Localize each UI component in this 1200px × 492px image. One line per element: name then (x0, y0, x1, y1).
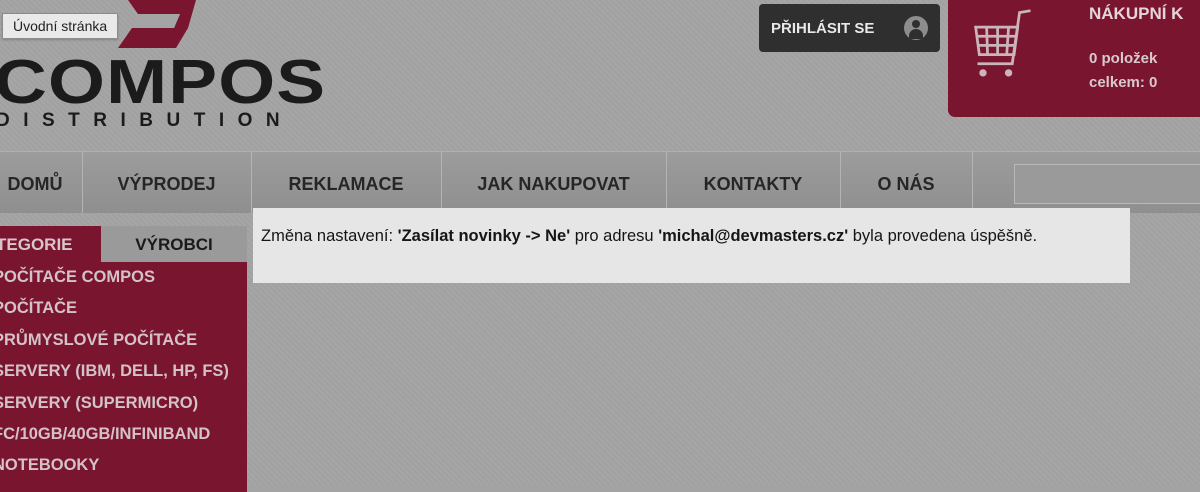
cart-total: celkem: 0 (1089, 74, 1158, 91)
logo-mark-icon (118, 0, 196, 48)
main-nav: DOMŮ VÝPRODEJ REKLAMACE JAK NAKUPOVAT KO… (0, 151, 1200, 213)
nav-item-about[interactable]: O NÁS (840, 152, 973, 213)
nav-item-contacts[interactable]: KONTAKTY (666, 152, 841, 213)
flash-suffix: byla provedena úspěšně. (848, 227, 1038, 245)
cart-widget[interactable]: NÁKUPNÍ K 0 položek celkem: 0 (948, 0, 1200, 117)
cart-count: 0 položek (1089, 50, 1158, 67)
category-item[interactable]: POČÍTAČE (0, 293, 247, 324)
logo-title[interactable]: COMPOS (0, 52, 326, 114)
category-item[interactable]: POČÍTAČE COMPOS (0, 262, 247, 293)
flash-message: Změna nastavení: 'Zasílat novinky -> Ne'… (253, 208, 1130, 283)
logo-subtitle: DISTRIBUTION (0, 110, 294, 131)
nav-item-complaints[interactable]: REKLAMACE (251, 152, 442, 213)
cart-icon (974, 9, 1031, 77)
nav-item-home[interactable]: DOMŮ (0, 152, 83, 213)
sidebar-tabs: TEGORIE VÝROBCI (0, 226, 247, 262)
flash-setting: 'Zasílat novinky -> Ne' (397, 227, 571, 245)
category-item[interactable]: FC/10GB/40GB/INFINIBAND (0, 419, 247, 450)
flash-middle: pro adresu (570, 227, 659, 245)
tab-manufacturers[interactable]: VÝROBCI (101, 226, 247, 262)
login-label: PŘIHLÁSIT SE (771, 19, 875, 37)
category-item[interactable]: PRŮMYSLOVÉ POČÍTAČE (0, 325, 247, 356)
cart-title: NÁKUPNÍ K (1089, 4, 1184, 23)
category-list: POČÍTAČE COMPOS POČÍTAČE PRŮMYSLOVÉ POČÍ… (0, 262, 247, 492)
login-button[interactable]: PŘIHLÁSIT SE (759, 4, 940, 52)
tooltip: Úvodní stránka (2, 13, 119, 39)
flash-prefix: Změna nastavení: (261, 227, 398, 245)
user-icon (904, 16, 928, 40)
nav-item-how-to-buy[interactable]: JAK NAKUPOVAT (441, 152, 667, 213)
search-input[interactable] (1014, 164, 1200, 204)
tab-categories[interactable]: TEGORIE (0, 226, 101, 262)
category-item[interactable]: SERVERY (SUPERMICRO) (0, 388, 247, 419)
flash-email: 'michal@devmasters.cz' (658, 227, 849, 245)
nav-item-sale[interactable]: VÝPRODEJ (82, 152, 252, 213)
category-item[interactable]: NOTEBOOKY (0, 450, 247, 481)
category-item[interactable]: SERVERY (IBM, DELL, HP, FS) (0, 356, 247, 387)
